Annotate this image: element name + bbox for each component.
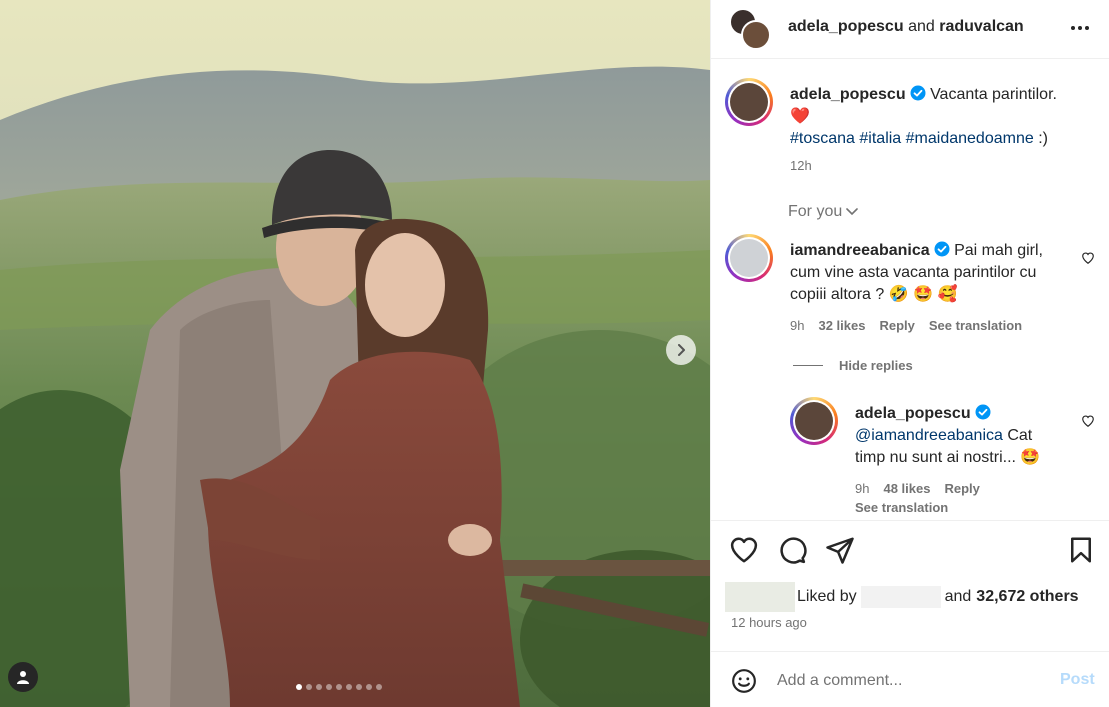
reply-likes[interactable]: 48 likes [883,481,930,496]
comment-reply-button[interactable]: Reply [879,318,914,333]
likes-count[interactable]: 32,672 others [976,588,1078,606]
carousel-indicator [296,684,382,690]
caption-time[interactable]: 12h [790,158,1090,173]
tagged-users-button[interactable] [8,662,38,692]
comment: iamandreeabanica Pai mah girl, cum vine … [790,240,1060,333]
comment-time[interactable]: 9h [790,318,804,333]
instagram-post: adela_popescu and raduvalcan adela_popes… [0,0,1109,707]
comments-section[interactable]: adela_popescu Vacanta parintilor. ❤️ #to… [711,59,1109,520]
reply-time[interactable]: 9h [855,481,869,496]
add-comment-bar: Post [711,651,1109,707]
like-comment-heart-icon[interactable] [1081,414,1095,428]
user-icon [17,671,29,684]
carousel-dot [326,684,332,690]
carousel-dot [296,684,302,690]
caption-suffix: :) [1038,130,1048,147]
chevron-right-icon [678,344,685,356]
author-username[interactable]: adela_popescu [788,18,904,35]
reply-mention[interactable]: @iamandreeabanica [855,427,1003,444]
post-side-panel: adela_popescu and raduvalcan adela_popes… [710,0,1109,707]
reply-see-translation[interactable]: See translation [855,500,948,515]
add-comment-input[interactable] [777,669,1047,693]
emoji-icon[interactable] [731,668,757,694]
post-authors: adela_popescu and raduvalcan [788,18,1024,36]
chevron-down-icon [846,208,859,216]
post-time[interactable]: 12 hours ago [731,615,807,630]
reply-reply-button[interactable]: Reply [944,481,979,496]
reply-comment: adela_popescu @iamandreeabanica Cat timp… [855,403,1065,515]
post-comment-button[interactable]: Post [1060,671,1095,689]
liked-by-joiner: and [944,588,972,605]
liked-by-prefix: Liked by [797,588,857,605]
avatar[interactable] [725,234,773,282]
reply-meta: 9h 48 likes Reply [855,481,1065,496]
liked-by: Liked by and 32,672 others [725,582,1079,612]
carousel-dot [336,684,342,690]
collab-avatars[interactable] [729,8,771,50]
caption: adela_popescu Vacanta parintilor. ❤️ #to… [790,84,1090,173]
carousel-dot [376,684,382,690]
bookmark-icon[interactable] [1066,535,1096,565]
post-photo[interactable] [0,0,710,707]
caption-emoji: ❤️ [790,108,810,125]
like-comment-heart-icon[interactable] [1081,251,1095,265]
comment-username[interactable]: iamandreeabanica [790,242,930,259]
more-horizontal-icon [1071,26,1089,30]
avatar[interactable] [790,397,838,445]
carousel-dot [356,684,362,690]
hide-replies-label: Hide replies [839,358,913,373]
carousel-dot [306,684,312,690]
verified-badge-icon [934,241,950,257]
comment-likes[interactable]: 32 likes [818,318,865,333]
verified-badge-icon [910,85,926,101]
comment-meta: 9h 32 likes Reply See translation [790,318,1060,333]
comment-see-translation[interactable]: See translation [929,318,1022,333]
divider [711,520,1109,521]
for-you-dropdown[interactable]: For you [788,203,859,221]
reply-username[interactable]: adela_popescu [855,405,971,422]
liker-avatar[interactable] [725,582,795,612]
photo-scene [0,0,710,707]
for-you-label: For you [788,203,843,220]
hashtag-link[interactable]: #italia [859,130,901,147]
caption-text: Vacanta parintilor. [930,86,1057,103]
carousel-dot [346,684,352,690]
more-options-button[interactable] [1068,18,1092,38]
hide-replies-button[interactable]: Hide replies [793,358,913,373]
verified-badge-icon [975,404,991,420]
avatar[interactable] [741,20,771,50]
liker-username[interactable] [860,586,941,608]
heart-icon[interactable] [729,535,759,565]
carousel-dot [366,684,372,690]
hashtag-link[interactable]: #maidanedoamne [906,130,1034,147]
divider [793,365,823,366]
authors-joiner: and [908,18,935,35]
comment-icon[interactable] [777,535,807,565]
carousel-dot [316,684,322,690]
avatar[interactable] [725,78,773,126]
author-username[interactable]: raduvalcan [939,18,1023,35]
caption-username[interactable]: adela_popescu [790,86,906,103]
paper-plane-icon[interactable] [825,535,855,565]
action-bar [711,535,1109,571]
hashtag-link[interactable]: #toscana [790,130,855,147]
post-header: adela_popescu and raduvalcan [711,0,1109,58]
next-image-button[interactable] [666,335,696,365]
